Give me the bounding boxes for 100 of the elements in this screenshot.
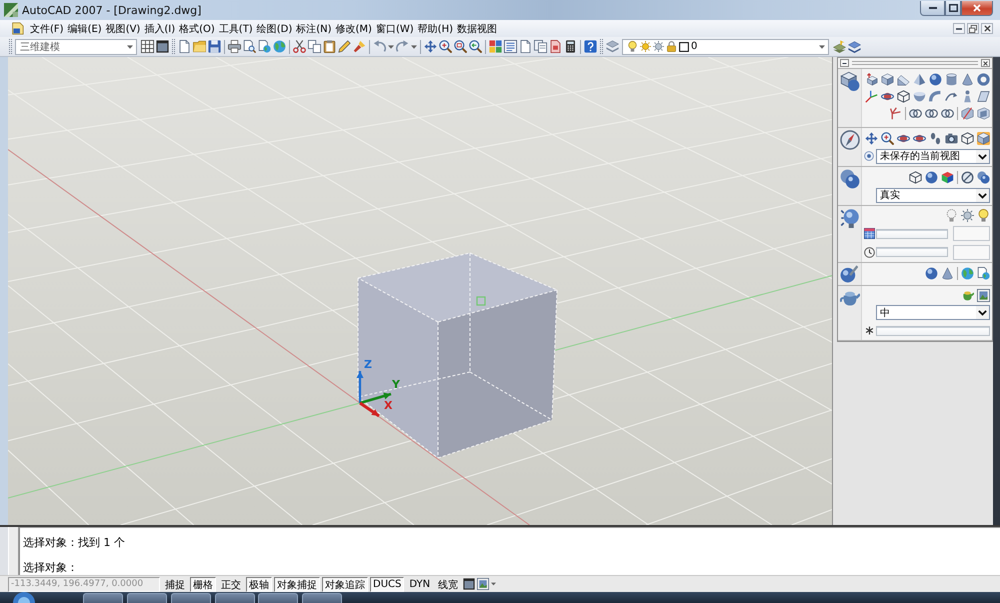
lightbulb-icon[interactable] [977,209,990,222]
chevron-down-icon[interactable] [976,306,989,320]
slashed-circle-icon[interactable] [961,170,974,184]
undo-arrow-icon[interactable] [373,40,386,53]
scissors-icon[interactable] [293,40,306,53]
render-preset-dropdown[interactable]: 中 [876,305,990,320]
footprints-icon[interactable] [929,132,942,144]
move-arrows-icon[interactable] [865,132,878,144]
sphere-icon[interactable] [929,72,942,86]
document-globe-icon[interactable] [977,266,990,280]
copy-icon[interactable] [308,40,321,53]
close-button[interactable] [961,1,993,16]
layer-dropdown[interactable]: 0 [622,38,829,54]
chevron-down-icon[interactable] [976,150,989,162]
menu-item[interactable]: 绘图(D) [254,21,294,36]
minimize-icon[interactable] [928,7,936,9]
window-icon[interactable] [156,40,169,53]
close-icon[interactable] [983,60,988,66]
sliced-box-icon[interactable] [961,106,974,120]
minimize-icon[interactable] [956,28,962,30]
shapes-icon[interactable] [840,71,860,91]
target-icon[interactable] [864,151,874,161]
ring-icon[interactable] [977,72,990,86]
drawing-document-icon[interactable] [11,22,24,35]
calculator-icon[interactable] [564,40,577,53]
document-magnifier-icon[interactable] [243,40,256,53]
asterisk-icon[interactable] [864,326,874,336]
status-toggle[interactable]: 栅格 [190,576,216,592]
picture-icon[interactable] [477,578,490,590]
command-prompt[interactable]: 选择对象： [23,561,78,574]
caret-icon[interactable] [127,44,133,48]
close-button[interactable] [981,59,990,67]
minimize-icon[interactable] [842,62,847,64]
cube-icon[interactable] [977,132,990,144]
close-icon[interactable] [984,25,990,32]
status-toggle[interactable]: 捕捉 [162,576,188,592]
cone-icon[interactable] [941,266,954,280]
overlapping-circles-icon[interactable] [925,106,938,120]
status-toggle[interactable]: 对象捕捉 [274,576,320,592]
slider-track[interactable] [876,326,990,336]
menu-item[interactable]: 工具(T) [216,21,255,36]
status-toggle[interactable]: 对象追踪 [322,576,368,592]
menu-item[interactable]: 标注(N) [294,21,334,36]
status-toggle[interactable]: 正交 [218,576,244,592]
pencil-icon[interactable] [338,40,351,53]
collapse-button[interactable] [840,59,849,67]
caret-icon[interactable] [491,582,496,586]
fork-icon[interactable] [889,106,902,120]
overlapping-circles-icon[interactable] [941,106,954,120]
picture-icon[interactable] [977,289,990,302]
minimize-button[interactable] [953,23,965,34]
document-icon[interactable] [519,40,532,53]
wireframe-cube-icon[interactable] [961,132,974,144]
calendar-icon[interactable] [864,228,874,240]
spheres-icon[interactable] [840,169,860,189]
command-window-grip[interactable] [8,527,19,575]
value-field[interactable] [953,244,990,260]
curved-tube-icon[interactable] [929,90,942,102]
status-toggle[interactable]: 线宽 [435,576,462,592]
visual-style-dropdown[interactable]: 真实 [876,188,990,202]
folder-icon[interactable] [193,40,206,53]
cube-arrow-icon[interactable] [865,72,878,86]
start-orb-icon[interactable] [13,592,35,603]
menu-item[interactable]: 文件(F) [28,21,66,36]
chevron-down-icon[interactable] [976,188,989,202]
menu-item[interactable]: 窗口(W) [374,21,416,36]
overlapping-circles-icon[interactable] [909,106,922,120]
lightbulb-icon[interactable] [840,208,860,228]
cylinder-icon[interactable] [945,72,958,86]
help-icon[interactable] [584,40,597,53]
caret-icon[interactable] [411,44,417,48]
plane-icon[interactable] [977,90,990,102]
window-icon[interactable] [463,578,476,590]
layers-icon[interactable] [848,40,861,53]
color-cube-icon[interactable] [941,170,954,184]
curve-arrow-icon[interactable] [945,90,958,102]
camera-icon[interactable] [945,132,958,144]
grid-icon[interactable] [141,40,154,53]
sphere-icon[interactable] [925,170,938,184]
document-icon[interactable] [178,40,191,53]
globe-icon[interactable] [273,40,286,53]
menu-item[interactable]: 帮助(H) [416,21,455,36]
menu-item[interactable]: 格式(O) [177,21,217,36]
menu-item[interactable]: 修改(M) [334,21,374,36]
view-dropdown[interactable]: 未保存的当前视图 [876,148,990,164]
redo-arrow-icon[interactable] [396,40,409,53]
document-globe-icon[interactable] [258,40,271,53]
spheres-icon[interactable] [977,170,990,184]
color-grid-icon[interactable] [489,40,502,53]
document-icon[interactable] [549,40,562,53]
cone-icon[interactable] [961,72,974,86]
menu-item[interactable]: 插入(I) [142,21,178,36]
caret-icon[interactable] [819,44,825,48]
globe-icon[interactable] [961,266,974,280]
caret-icon[interactable] [388,44,394,48]
list-icon[interactable] [504,40,517,53]
clock-icon[interactable] [864,246,874,258]
minimize-button[interactable] [920,1,945,16]
layers-arrow-icon[interactable] [833,40,846,53]
close-button[interactable] [981,23,993,34]
